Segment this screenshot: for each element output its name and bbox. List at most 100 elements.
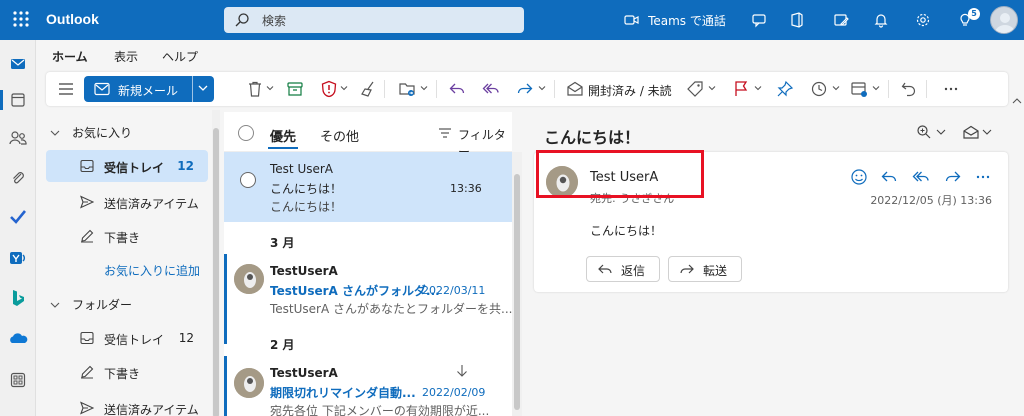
- rules-icon[interactable]: [850, 80, 868, 98]
- settings-button[interactable]: [906, 0, 940, 40]
- chevron-down-icon[interactable]: [832, 84, 840, 92]
- sender-avatar: [234, 264, 264, 294]
- rail-bing[interactable]: [6, 286, 30, 310]
- sweep-icon[interactable]: [360, 80, 378, 98]
- rail-mail[interactable]: [6, 52, 30, 76]
- app-name[interactable]: Outlook: [46, 11, 99, 27]
- scrollbar-thumb[interactable]: [514, 174, 520, 410]
- tab-help[interactable]: ヘルプ: [162, 48, 198, 65]
- undo-icon[interactable]: [900, 80, 918, 98]
- chevron-down-icon: [50, 130, 60, 136]
- add-favorite-link[interactable]: お気に入りに追加: [104, 262, 200, 279]
- apps-grid-icon: [10, 372, 26, 388]
- emoji-react-icon[interactable]: [850, 168, 868, 186]
- tab-view[interactable]: 表示: [114, 48, 138, 65]
- move-to-folder-icon[interactable]: [398, 80, 416, 98]
- chevron-down-icon[interactable]: [420, 84, 428, 92]
- folder-item-sent[interactable]: 送信済みアイテム: [46, 186, 208, 218]
- tips-button[interactable]: [948, 0, 982, 40]
- message-list-scrollbar[interactable]: [512, 152, 522, 416]
- rail-calendar[interactable]: [6, 88, 30, 112]
- people-icon: [9, 131, 27, 145]
- message-item[interactable]: Test UserA こんにちは！ 13:36 こんにちは！: [224, 152, 512, 222]
- select-all-checkbox[interactable]: [238, 125, 254, 141]
- message-item[interactable]: TestUserA TestUserA さんがフォルダ... 2022/03/1…: [224, 254, 512, 344]
- office-button[interactable]: [780, 0, 814, 40]
- folder-item-inbox[interactable]: 受信トレイ 12: [46, 150, 208, 182]
- message-preview: TestUserA さんがあなたとフォルダーを共...: [270, 302, 513, 316]
- envelope-open-icon[interactable]: [566, 80, 584, 98]
- archive-icon[interactable]: [286, 80, 304, 98]
- chevron-down-icon[interactable]: [708, 84, 716, 92]
- chevron-down-icon[interactable]: [340, 84, 348, 92]
- rail-files[interactable]: [6, 166, 30, 190]
- command-toolbar: 新規メール 開封済み / 未読: [46, 72, 1008, 106]
- tab-focused[interactable]: 優先: [270, 126, 296, 145]
- reply-icon: [598, 264, 612, 274]
- folder-item-inbox[interactable]: 受信トレイ 12: [46, 322, 208, 354]
- rail-yammer[interactable]: [6, 246, 30, 270]
- more-options-icon[interactable]: [942, 80, 960, 98]
- rail-todo[interactable]: [6, 204, 30, 228]
- forward-button[interactable]: 転送: [668, 256, 742, 282]
- chevron-down-icon[interactable]: [872, 84, 880, 92]
- read-unread-button[interactable]: 開封済み / 未読: [588, 82, 672, 99]
- pencil-icon: [81, 365, 94, 379]
- search-box[interactable]: 検索: [224, 7, 524, 33]
- account-avatar[interactable]: [990, 6, 1018, 34]
- more-options-icon[interactable]: [974, 168, 992, 186]
- office-icon: [791, 12, 803, 28]
- flag-icon[interactable]: [732, 80, 750, 98]
- teams-call-button[interactable]: Teams で通話: [620, 0, 730, 40]
- message-item[interactable]: TestUserA 期限切れリマインダ自動... 2022/02/09 宛先各位…: [224, 356, 512, 416]
- folders-header[interactable]: フォルダー: [50, 296, 132, 313]
- chevron-down-icon[interactable]: [982, 128, 992, 136]
- forward-icon[interactable]: [944, 168, 962, 186]
- inbox-icon: [80, 159, 94, 173]
- folder-item-sent[interactable]: 送信済みアイテム: [46, 392, 208, 416]
- tab-home[interactable]: ホーム: [52, 48, 88, 65]
- tab-other[interactable]: その他: [320, 126, 359, 145]
- rail-more-apps[interactable]: [6, 368, 30, 392]
- reply-all-icon[interactable]: [482, 80, 500, 98]
- notifications-button[interactable]: [864, 0, 898, 40]
- tag-icon[interactable]: [686, 80, 704, 98]
- folder-scrollbar[interactable]: [212, 110, 220, 416]
- zoom-icon[interactable]: [916, 124, 932, 140]
- reply-icon[interactable]: [880, 168, 898, 186]
- chevron-down-icon[interactable]: [936, 128, 946, 136]
- forward-icon[interactable]: [516, 80, 534, 98]
- rail-onedrive[interactable]: [6, 326, 30, 350]
- folder-item-drafts[interactable]: 下書き: [46, 356, 208, 388]
- chevron-down-icon[interactable]: [754, 84, 762, 92]
- reply-icon[interactable]: [448, 80, 466, 98]
- message-preview: こんにちは！: [270, 200, 343, 214]
- scrollbar-thumb[interactable]: [213, 128, 219, 416]
- chevron-up-icon[interactable]: [1012, 96, 1022, 106]
- reply-all-icon[interactable]: [912, 168, 930, 186]
- chevron-down-icon[interactable]: [538, 84, 546, 92]
- tab-active-underline: [268, 147, 298, 149]
- favorites-header[interactable]: お気に入り: [50, 124, 132, 141]
- app-launcher-icon[interactable]: [12, 10, 30, 28]
- new-mail-button[interactable]: 新規メール: [84, 76, 214, 102]
- folder-label: 受信トレイ: [104, 333, 165, 347]
- report-icon[interactable]: [320, 80, 338, 98]
- delete-icon[interactable]: [246, 80, 264, 98]
- chevron-down-icon[interactable]: [197, 82, 209, 94]
- message-sender: TestUserA: [270, 264, 338, 278]
- checkmark-icon: [10, 210, 27, 224]
- meet-now-button[interactable]: [742, 0, 776, 40]
- snooze-clock-icon[interactable]: [810, 80, 828, 98]
- hamburger-menu-icon[interactable]: [58, 82, 74, 96]
- my-day-button[interactable]: [824, 0, 858, 40]
- message-sender: Test UserA: [270, 162, 334, 176]
- envelope-open-icon[interactable]: [962, 124, 980, 140]
- rail-people[interactable]: [6, 126, 30, 150]
- folder-item-drafts[interactable]: 下書き: [46, 220, 208, 252]
- toolbar-divider: [384, 80, 385, 98]
- chevron-down-icon[interactable]: [266, 84, 274, 92]
- reply-button[interactable]: 返信: [586, 256, 660, 282]
- message-select-radio[interactable]: [240, 172, 256, 188]
- pin-icon[interactable]: [776, 80, 794, 98]
